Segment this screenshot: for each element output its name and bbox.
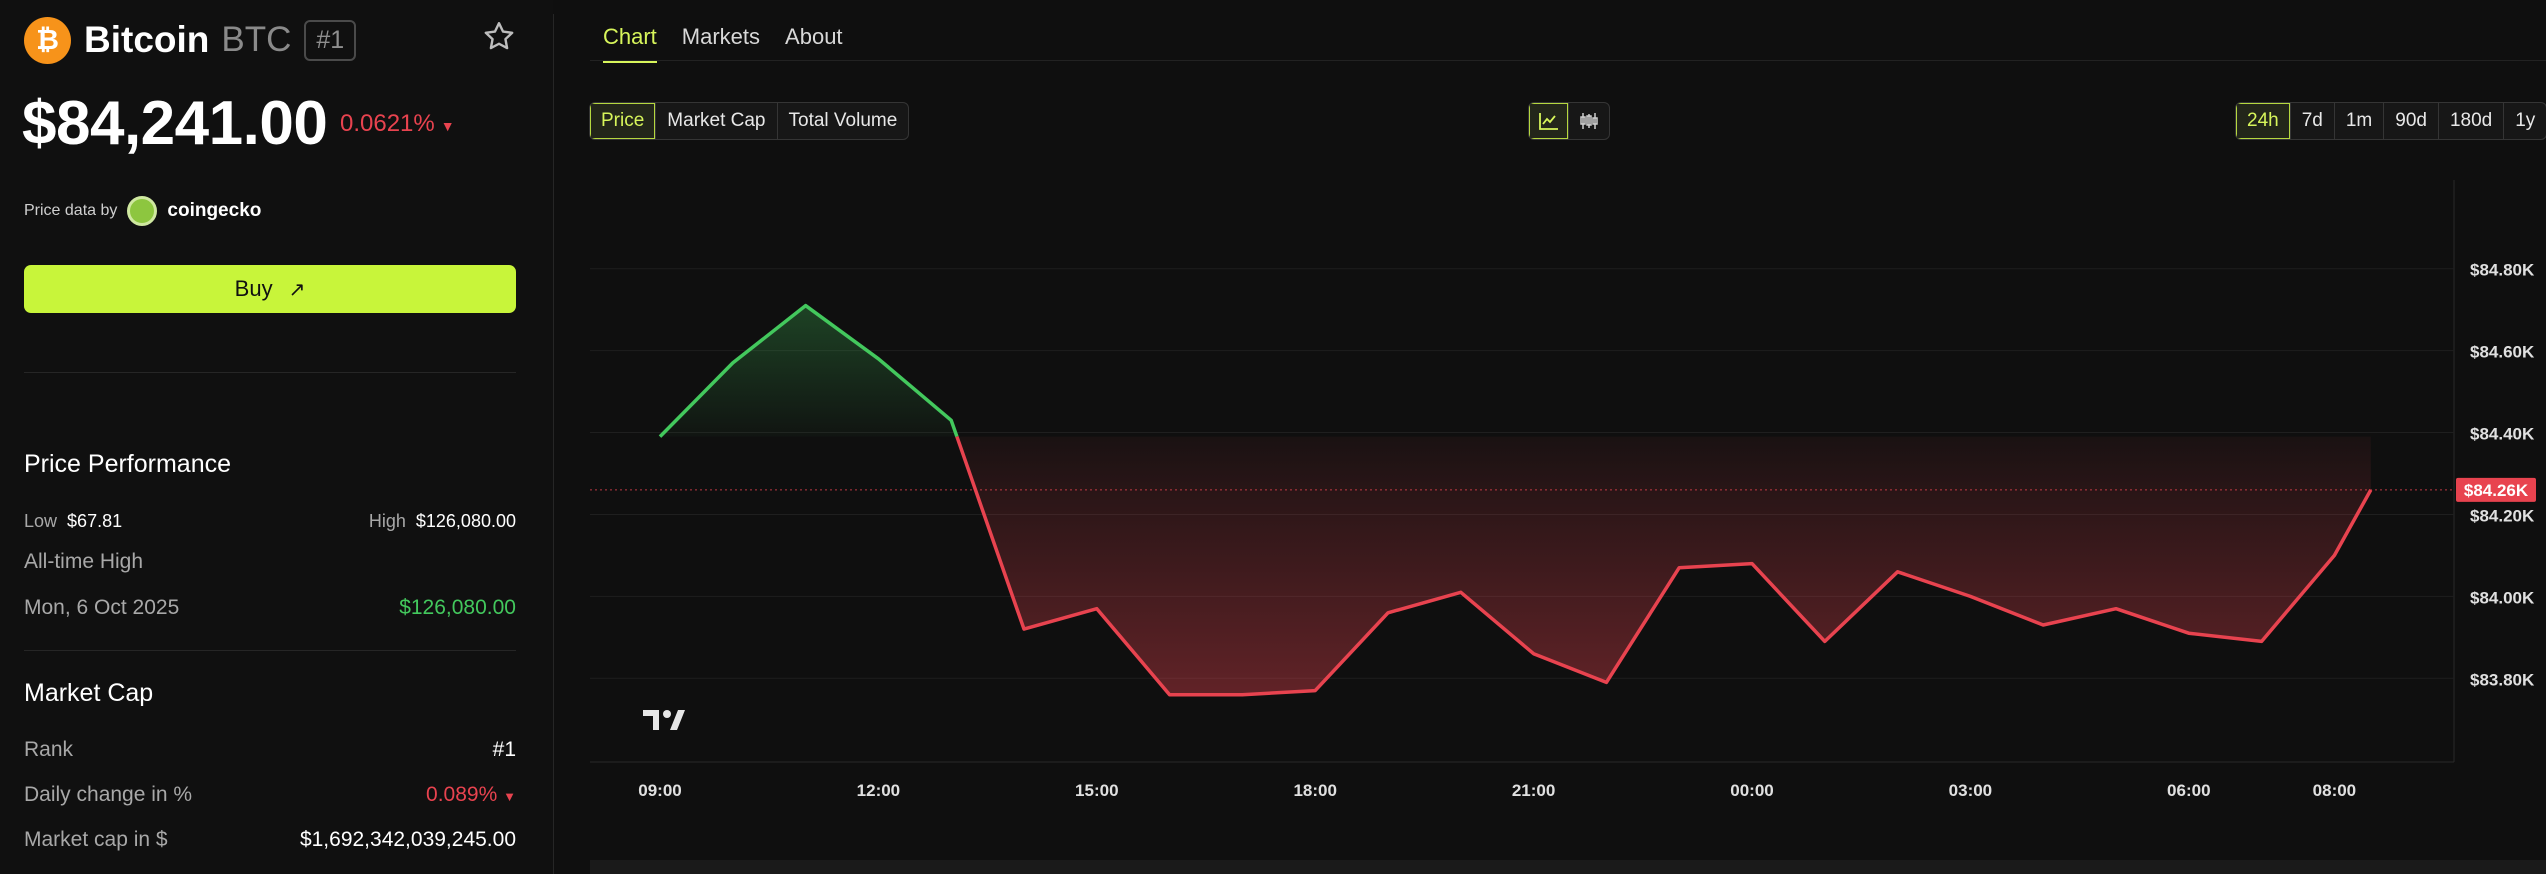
ath-row: Mon, 6 Oct 2025 $126,080.00 (24, 596, 516, 626)
tabs-underline (590, 60, 2546, 61)
price-source-name[interactable]: coingecko (167, 200, 261, 222)
y-tick-label: $84.20K (2470, 506, 2535, 525)
coin-name: Bitcoin (84, 19, 210, 60)
low-label: Low $67.81 (24, 511, 123, 531)
x-tick-label: 21:00 (1512, 781, 1555, 800)
high-group: High $126,080.00 (369, 511, 516, 532)
down-arrow-icon: ▼ (503, 789, 516, 804)
down-arrow-icon: ▼ (440, 118, 455, 134)
tab-markets[interactable]: Markets (682, 24, 760, 63)
metric-price-button[interactable]: Price (590, 103, 657, 139)
line-chart-icon[interactable] (1529, 103, 1569, 139)
divider (24, 650, 516, 651)
coin-info-panel: ₿ Bitcoin BTC #1 $84,241.00 0.0621% ▼ Pri… (0, 0, 553, 874)
coin-symbol: BTC (221, 20, 292, 59)
external-arrow-icon: ↗ (288, 278, 306, 301)
x-tick-label: 18:00 (1293, 781, 1336, 800)
metric-total-volume-button[interactable]: Total Volume (778, 103, 909, 139)
rank-row: Rank #1 (24, 738, 516, 768)
tab-about[interactable]: About (785, 24, 843, 63)
metric-market-cap-button[interactable]: Market Cap (656, 103, 778, 139)
price-performance-title: Price Performance (24, 450, 232, 478)
y-tick-label: $84.60K (2470, 343, 2535, 362)
x-tick-label: 15:00 (1075, 781, 1118, 800)
rank-label: Rank (24, 738, 74, 761)
daily-change-row: Daily change in % 0.089% ▼ (24, 783, 516, 813)
x-tick-label: 00:00 (1730, 781, 1773, 800)
ath-date: Mon, 6 Oct 2025 (24, 596, 180, 619)
range-1y-button[interactable]: 1y (2504, 103, 2546, 139)
coin-header: ₿ Bitcoin BTC #1 (24, 16, 357, 64)
price-source: Price data by coingecko (24, 196, 261, 226)
metric-toggle: Price Market Cap Total Volume (589, 102, 910, 140)
coingecko-logo-icon (127, 196, 158, 226)
daily-change-label: Daily change in % (24, 783, 193, 806)
main-tabs: Chart Markets About (603, 24, 868, 63)
rank-value: #1 (492, 738, 516, 761)
ath-value: $126,080.00 (399, 596, 516, 619)
market-cap-label: Market cap in $ (24, 828, 168, 851)
low-value: $67.81 (67, 511, 123, 531)
x-tick-label: 08:00 (2313, 781, 2356, 800)
y-tick-label: $84.40K (2470, 425, 2535, 444)
candlestick-icon[interactable] (1569, 103, 1609, 139)
buy-button[interactable]: Buy ↗ (24, 265, 516, 313)
range-90d-button[interactable]: 90d (2384, 103, 2439, 139)
daily-change-group: 0.089% ▼ (426, 783, 516, 807)
range-1m-button[interactable]: 1m (2335, 103, 2385, 139)
panel-divider (553, 14, 554, 874)
buy-button-label: Buy (234, 276, 273, 301)
market-cap-title: Market Cap (24, 679, 154, 707)
range-180d-button[interactable]: 180d (2439, 103, 2505, 139)
x-tick-label: 03:00 (1949, 781, 1992, 800)
price-change: 0.0621% ▼ (340, 110, 455, 138)
price-source-label: Price data by (24, 202, 118, 219)
favorite-star-icon[interactable] (481, 19, 517, 55)
divider (24, 372, 516, 373)
ath-label: All-time High (24, 550, 144, 573)
market-cap-row: Market cap in $ $1,692,342,039,245.00 (24, 828, 516, 858)
y-tick-label: $84.80K (2470, 261, 2535, 280)
market-cap-value: $1,692,342,039,245.00 (299, 828, 516, 851)
time-range-toggle: 24h 7d 1m 90d 180d 1y (2235, 102, 2546, 140)
x-tick-label: 12:00 (857, 781, 900, 800)
tradingview-logo-icon[interactable] (643, 710, 685, 730)
low-high-row: Low $67.81 High $126,080.00 (24, 511, 516, 541)
x-tick-label: 09:00 (638, 781, 681, 800)
down-area (956, 436, 2371, 695)
daily-change-value: 0.089% (426, 783, 498, 806)
bottom-panel-edge (590, 860, 2546, 874)
up-area (660, 305, 957, 437)
high-value: $126,080.00 (415, 511, 516, 531)
bitcoin-logo-icon: ₿ (24, 16, 71, 64)
tab-chart[interactable]: Chart (603, 24, 657, 63)
rank-badge: #1 (304, 19, 357, 61)
high-label: High (368, 511, 406, 531)
current-price-label: $84.26K (2464, 481, 2529, 500)
range-24h-button[interactable]: 24h (2236, 103, 2291, 139)
x-tick-label: 06:00 (2167, 781, 2210, 800)
range-7d-button[interactable]: 7d (2291, 103, 2335, 139)
price-chart[interactable]: $84.80K $84.60K $84.40K $84.20K $84.00K $83.8… (590, 180, 2546, 800)
ath-label-row: All-time High (24, 550, 516, 580)
y-tick-label: $84.00K (2470, 588, 2535, 607)
current-price: $84,241.00 (22, 89, 328, 158)
y-tick-label: $83.80K (2470, 670, 2535, 689)
price-change-value: 0.0621% (340, 110, 435, 137)
chart-type-toggle (1528, 102, 1610, 140)
